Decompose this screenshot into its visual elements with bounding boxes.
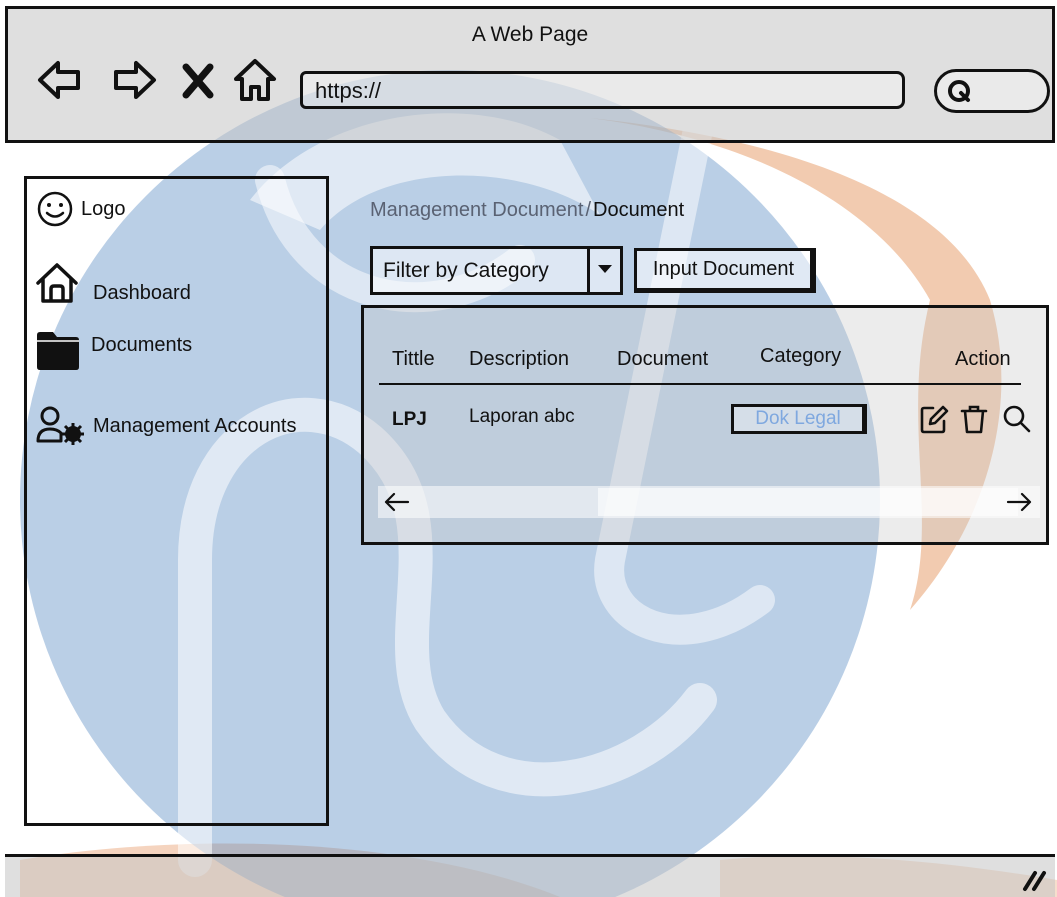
trash-icon [960,405,988,434]
breadcrumb: Management Document / Document [370,199,684,222]
sidebar-item-label: Management Accounts [93,414,297,437]
browser-search-button[interactable] [934,69,1050,113]
home-icon [36,263,78,303]
scroll-left-button[interactable] [382,488,412,516]
url-input[interactable] [313,76,893,106]
dropdown-toggle[interactable] [587,249,620,292]
user-gear-icon [36,406,84,445]
back-button[interactable] [36,57,82,103]
search-icon [1003,405,1031,433]
resize-grip-icon[interactable] [1021,867,1049,893]
breadcrumb-current: Document [593,199,685,221]
breadcrumb-separator: / [585,199,592,221]
horizontal-scrollbar[interactable] [378,486,1040,518]
arrow-right-icon [114,61,156,99]
home-button[interactable] [232,57,278,103]
scrollbar-thumb[interactable] [598,488,1018,516]
browser-toolbar: A Web Page [5,6,1055,143]
window-title: A Web Page [471,23,589,46]
filter-by-category-dropdown[interactable]: Filter by Category [370,246,623,295]
arrow-left-icon [38,61,80,99]
sidebar: Logo Dashboard Documents Management Acco… [24,176,329,826]
close-icon [182,63,214,99]
filter-label: Filter by Category [383,259,549,282]
breadcrumb-parent[interactable]: Management Document [370,199,583,221]
arrow-right-icon [1006,492,1032,512]
cell-description: Laporan abc [469,406,575,427]
search-icon [948,80,970,102]
scroll-right-button[interactable] [1004,488,1034,516]
smiley-logo-icon [37,191,73,227]
sidebar-item-label: Documents [91,333,193,356]
stop-button[interactable] [180,57,216,103]
header-divider [379,383,1021,385]
sidebar-item-dashboard[interactable]: Dashboard [35,261,191,305]
cell-title: LPJ [392,409,427,430]
folder-icon [37,332,79,370]
category-badge[interactable]: Dok Legal [731,404,867,434]
column-header-title: Tittle [392,348,435,370]
browser-window: A Web Page https:// Logo Dashboard Docum… [0,0,1057,897]
edit-button[interactable] [919,403,949,435]
delete-button[interactable] [959,403,989,435]
column-header-action: Action [955,348,1011,370]
sidebar-item-label: Dashboard [93,281,191,304]
column-header-description: Description [469,348,570,370]
status-bar [5,854,1055,897]
caret-down-icon [598,265,612,273]
input-document-button[interactable]: Input Document [634,248,816,293]
arrow-left-icon [384,492,410,512]
column-header-category: Category [760,345,842,367]
edit-icon [920,405,949,434]
sidebar-item-management-accounts[interactable]: Management Accounts [35,405,296,447]
sidebar-item-documents[interactable]: Documents [35,329,192,371]
home-icon [234,59,276,101]
column-header-document: Document [617,348,709,370]
sidebar-logo[interactable]: Logo [35,189,126,229]
forward-button[interactable] [112,57,158,103]
address-bar[interactable] [300,71,905,109]
view-button[interactable] [1002,403,1032,435]
documents-table: Tittle Description Document Category Act… [361,305,1049,545]
logo-label: Logo [81,197,126,220]
